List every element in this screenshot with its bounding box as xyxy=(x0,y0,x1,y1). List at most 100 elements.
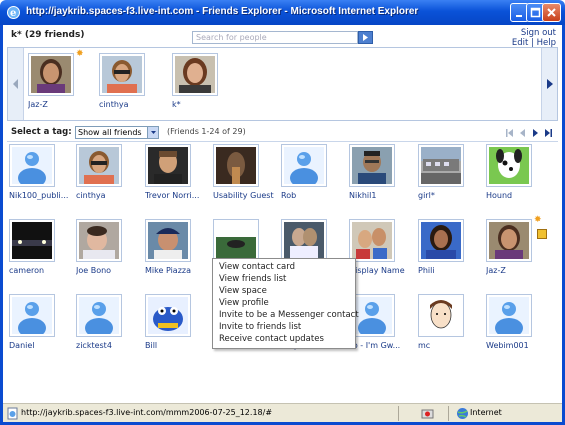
friend-name[interactable]: Nik100_publi... xyxy=(9,191,77,200)
divider xyxy=(7,141,558,142)
search-input[interactable]: Search for people xyxy=(192,31,358,44)
friend-photo[interactable] xyxy=(76,219,122,262)
friend-name[interactable]: Daniel xyxy=(9,341,77,350)
context-menu-item[interactable]: Invite to be a Messenger contact xyxy=(213,309,359,321)
friend-photo[interactable] xyxy=(213,219,259,262)
friend-name[interactable]: Bill xyxy=(145,341,213,350)
contact-card-icon[interactable] xyxy=(537,229,547,239)
default-avatar-icon[interactable] xyxy=(486,294,532,337)
strip-prev-button[interactable] xyxy=(8,48,24,120)
close-icon xyxy=(547,8,556,17)
friend-photo[interactable] xyxy=(349,144,395,187)
friend-name[interactable]: girl* xyxy=(418,191,486,200)
friend-tile[interactable]: Trevor Norri... xyxy=(145,144,203,200)
context-menu-item[interactable]: View contact card xyxy=(213,261,355,273)
prev-page-icon xyxy=(520,129,525,137)
friend-tile[interactable]: mc xyxy=(418,294,476,350)
friend-name[interactable]: Jaz-Z xyxy=(486,266,554,275)
context-menu-item[interactable]: Receive contact updates xyxy=(213,333,355,345)
pager[interactable] xyxy=(504,128,556,138)
friend-tile[interactable]: ✸ Jaz-Z xyxy=(28,49,86,109)
friend-name[interactable]: Webim001 xyxy=(486,341,554,350)
friend-photo[interactable] xyxy=(418,294,464,337)
friend-tile[interactable]: girl* xyxy=(418,144,476,200)
friend-photo[interactable] xyxy=(145,294,191,337)
friend-name[interactable]: zicktest4 xyxy=(76,341,144,350)
friend-tile[interactable]: ✸ Jaz-Z xyxy=(486,215,544,275)
page-title: k* (29 friends) xyxy=(11,30,85,40)
friend-name[interactable]: Joe Bono xyxy=(76,266,144,275)
context-menu-item[interactable]: Invite to friends list xyxy=(213,321,355,333)
friend-photo[interactable] xyxy=(9,219,55,262)
friend-tile[interactable]: zicktest4 xyxy=(76,294,134,350)
friend-photo[interactable] xyxy=(486,219,532,262)
friend-name[interactable]: Nikhil1 xyxy=(349,191,417,200)
friend-name[interactable]: Mike Piazza xyxy=(145,266,213,275)
friend-name[interactable]: cameron xyxy=(9,266,77,275)
search-button[interactable] xyxy=(358,31,373,44)
friend-name[interactable]: Yo - I'm Gw... xyxy=(349,341,417,350)
context-menu: View contact card View friends list View s… xyxy=(212,258,359,349)
status-url: http://jaykrib.spaces-f3.live-int.com/mm… xyxy=(21,408,273,417)
close-button[interactable] xyxy=(542,3,561,22)
friend-tile[interactable]: cameron xyxy=(9,219,67,275)
friend-tile[interactable]: Phili xyxy=(418,219,476,275)
friend-tile[interactable]: k* xyxy=(172,53,230,109)
friend-tile[interactable]: Rob xyxy=(281,144,339,200)
friend-photo[interactable] xyxy=(76,144,122,187)
friend-tile[interactable]: Nikhil1 xyxy=(349,144,407,200)
friend-tile[interactable]: Display Name xyxy=(349,219,407,275)
friend-name[interactable]: Phili xyxy=(418,266,486,275)
svg-text:e: e xyxy=(10,8,16,19)
friend-tile[interactable]: cinthya xyxy=(76,144,134,200)
friend-photo[interactable] xyxy=(418,219,464,262)
friend-photo[interactable] xyxy=(486,144,532,187)
friend-tile[interactable]: Webim001 xyxy=(486,294,544,350)
friend-name[interactable]: Jaz-Z xyxy=(28,100,96,109)
default-avatar-icon[interactable] xyxy=(76,294,122,337)
friend-tile[interactable]: Daniel xyxy=(9,294,67,350)
friend-tile[interactable]: Usability Guest xyxy=(213,144,274,200)
friend-name[interactable]: mc xyxy=(418,341,486,350)
friend-photo[interactable] xyxy=(172,53,218,96)
friend-photo[interactable] xyxy=(28,53,74,96)
sign-out-link[interactable]: Sign out xyxy=(521,28,556,38)
friend-tile[interactable]: Mike Piazza xyxy=(145,219,203,275)
friend-tile[interactable]: Nik100_publi... xyxy=(9,144,68,200)
recent-friends-strip xyxy=(7,47,558,121)
friend-tile[interactable]: Hound xyxy=(486,144,544,200)
friend-name[interactable]: Hound xyxy=(486,191,554,200)
friend-name[interactable]: k* xyxy=(172,100,240,109)
title-bar: e http://jaykrib.spaces-f3.live-int.com … xyxy=(0,0,565,25)
friend-photo[interactable] xyxy=(145,144,191,187)
friend-tile[interactable]: Yo - I'm Gw... xyxy=(349,294,407,350)
friend-name[interactable]: Trevor Norri... xyxy=(145,191,213,200)
default-avatar-icon[interactable] xyxy=(9,144,55,187)
friend-photo[interactable] xyxy=(418,144,464,187)
window-title: http://jaykrib.spaces-f3.live-int.com - … xyxy=(26,6,419,17)
friend-photo[interactable] xyxy=(99,53,145,96)
friend-tile[interactable]: Bill xyxy=(145,294,203,350)
friend-photo[interactable] xyxy=(145,219,191,262)
context-menu-item[interactable]: View profile xyxy=(213,297,355,309)
default-avatar-icon[interactable] xyxy=(9,294,55,337)
last-page-icon xyxy=(545,129,552,137)
default-avatar-icon[interactable] xyxy=(281,144,327,187)
friend-name[interactable]: Rob xyxy=(281,191,349,200)
friend-photo[interactable] xyxy=(213,144,259,187)
friend-name[interactable]: Usability Guest xyxy=(213,191,281,200)
friend-name[interactable]: Display Name xyxy=(349,266,417,275)
tag-label: Select a tag: xyxy=(11,127,72,137)
strip-next-button[interactable] xyxy=(541,48,557,120)
chevron-right-icon xyxy=(547,79,553,89)
context-menu-item[interactable]: View friends list xyxy=(213,273,355,285)
friend-tile[interactable]: cinthya xyxy=(99,53,157,109)
friend-photo[interactable] xyxy=(281,219,327,262)
friend-name[interactable]: cinthya xyxy=(76,191,144,200)
tag-select[interactable]: Show all friends xyxy=(75,126,159,139)
friend-tile[interactable]: Joe Bono xyxy=(76,219,134,275)
friend-photo[interactable] xyxy=(349,219,395,262)
ie-logo-icon: e xyxy=(7,6,20,19)
friend-name[interactable]: cinthya xyxy=(99,100,167,109)
context-menu-item[interactable]: View space xyxy=(213,285,355,297)
